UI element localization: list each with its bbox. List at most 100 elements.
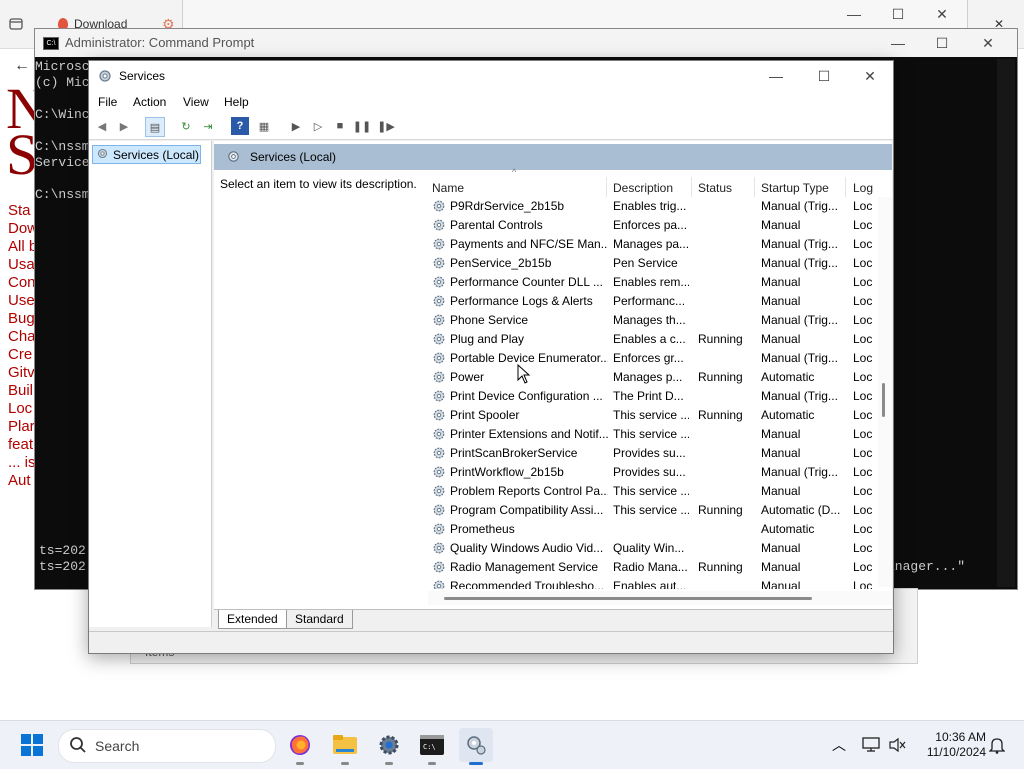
service-startup-type: Automatic: [761, 522, 815, 536]
back-icon[interactable]: ◀: [93, 117, 111, 135]
restart-icon[interactable]: ❚▶: [377, 117, 395, 135]
cmd-scrollbar[interactable]: [997, 59, 1015, 587]
maximize-icon[interactable]: ☐: [919, 29, 965, 57]
service-row[interactable]: P9RdrService_2b15b Enables trig... Manual …: [428, 197, 888, 216]
services-taskbar-icon[interactable]: [459, 728, 493, 765]
minimize-icon[interactable]: —: [753, 62, 799, 90]
chevron-up-icon[interactable]: ︿: [822, 728, 856, 762]
service-row[interactable]: Program Compatibility Assi... This servic…: [428, 501, 888, 520]
start-icon[interactable]: ▶: [287, 117, 305, 135]
properties-icon[interactable]: ▦: [255, 117, 273, 135]
service-description: Enforces pa...: [613, 218, 688, 232]
maximize-icon[interactable]: ☐: [801, 62, 847, 90]
pause-icon[interactable]: ❚❚: [353, 117, 371, 135]
service-description: This service ...: [613, 427, 689, 441]
column-header-log-on-as[interactable]: Log: [853, 181, 873, 195]
vertical-scrollbar[interactable]: [878, 197, 892, 587]
menu-help[interactable]: Help: [224, 95, 249, 109]
content-header-title: Services (Local): [250, 150, 337, 164]
service-name: Phone Service: [450, 313, 529, 327]
service-row[interactable]: PrintWorkflow_2b15b Provides su... Manual …: [428, 463, 888, 482]
service-row[interactable]: Print Spooler This service ... Running Auto…: [428, 406, 888, 425]
firefox-icon[interactable]: [283, 728, 317, 765]
settings-gear-icon[interactable]: [372, 728, 406, 765]
service-row[interactable]: PrintScanBrokerService Provides su... Manu…: [428, 444, 888, 463]
service-gear-icon: [432, 351, 446, 365]
terminal-taskbar-icon[interactable]: C:\: [415, 728, 449, 765]
close-icon[interactable]: ✕: [847, 62, 893, 90]
column-header-startup-type[interactable]: Startup Type: [761, 181, 829, 195]
service-description: Manages pa...: [613, 237, 689, 251]
show-hide-tree-icon[interactable]: ▤: [145, 117, 165, 137]
tree-node-services-local[interactable]: Services (Local): [92, 145, 201, 164]
service-gear-icon: [432, 199, 446, 213]
help-icon[interactable]: ?: [231, 117, 249, 135]
service-row[interactable]: PenService_2b15b Pen Service Manual (Trig.…: [428, 254, 888, 273]
services-window[interactable]: Services — ☐ ✕ File Action View Help ◀ ▶…: [88, 60, 894, 654]
service-status: Running: [698, 370, 743, 384]
menu-bar: File Action View Help: [89, 91, 893, 113]
minimize-icon[interactable]: —: [831, 0, 877, 28]
service-row[interactable]: Prometheus Automatic Loc: [428, 520, 888, 539]
close-icon[interactable]: ✕: [965, 29, 1011, 57]
service-row[interactable]: Payments and NFC/SE Man... Manages pa... M…: [428, 235, 888, 254]
service-row[interactable]: Print Device Configuration ... The Print …: [428, 387, 888, 406]
service-row[interactable]: Portable Device Enumerator... Enforces gr…: [428, 349, 888, 368]
service-row[interactable]: Recommended Troublesho... Enables aut... M…: [428, 577, 888, 589]
service-row[interactable]: Performance Counter DLL ... Enables rem..…: [428, 273, 888, 292]
column-header-status[interactable]: Status: [698, 181, 732, 195]
export-list-icon[interactable]: ⇥: [199, 117, 217, 135]
service-gear-icon: [432, 484, 446, 498]
service-row[interactable]: Quality Windows Audio Vid... Quality Win.…: [428, 539, 888, 558]
column-header-name[interactable]: Name: [432, 181, 464, 195]
service-name: PrintScanBrokerService: [450, 446, 578, 460]
maximize-icon[interactable]: ☐: [875, 0, 921, 28]
stop-icon[interactable]: ■: [331, 117, 349, 135]
start-paused-icon[interactable]: ▷: [309, 117, 327, 135]
view-tabs: Extended Standard: [214, 609, 892, 630]
service-row[interactable]: Problem Reports Control Pa... This servic…: [428, 482, 888, 501]
service-row[interactable]: Printer Extensions and Notif... This serv…: [428, 425, 888, 444]
service-name: Plug and Play: [450, 332, 525, 346]
content-header: Services (Local): [214, 144, 892, 170]
file-explorer-icon[interactable]: [328, 728, 362, 765]
start-windows-icon[interactable]: [15, 728, 49, 762]
refresh-icon[interactable]: ↻: [177, 117, 195, 135]
service-row[interactable]: Radio Management Service Radio Mana... Run…: [428, 558, 888, 577]
service-row[interactable]: Phone Service Manages th... Manual (Trig..…: [428, 311, 888, 330]
back-arrow-icon[interactable]: ←: [14, 54, 30, 78]
forward-icon[interactable]: ▶: [115, 117, 133, 135]
terminal-icon: C:\: [43, 37, 59, 50]
vertical-scroll-thumb[interactable]: [882, 383, 885, 417]
speaker-muted-icon[interactable]: [880, 728, 914, 762]
clock-time: 10:36 AM: [935, 730, 986, 744]
cmd-line: [35, 91, 90, 107]
service-row[interactable]: Parental Controls Enforces pa... Manual Loc: [428, 216, 888, 235]
minimize-icon[interactable]: —: [875, 29, 921, 57]
column-header-description[interactable]: Description: [613, 181, 673, 195]
service-row[interactable]: Performance Logs & Alerts Performanc... Ma…: [428, 292, 888, 311]
system-clock[interactable]: 10:36 AM 11/10/2024: [914, 730, 986, 760]
menu-file[interactable]: File: [98, 95, 117, 109]
horizontal-scrollbar[interactable]: [428, 591, 892, 605]
cmd-line: ts=202: [39, 559, 86, 574]
service-name: Problem Reports Control Pa...: [450, 484, 608, 498]
menu-action[interactable]: Action: [133, 95, 166, 109]
menu-view[interactable]: View: [183, 95, 209, 109]
taskbar-search-box[interactable]: Search: [58, 729, 276, 763]
tab-list-icon[interactable]: [8, 12, 24, 36]
service-description: This service ...: [613, 503, 689, 517]
tab-standard[interactable]: Standard: [286, 610, 353, 629]
service-name: P9RdrService_2b15b: [450, 199, 565, 213]
services-titlebar[interactable]: Services — ☐ ✕: [89, 61, 893, 91]
service-row[interactable]: Plug and Play Enables a c... Running Manual…: [428, 330, 888, 349]
horizontal-scroll-thumb[interactable]: [444, 597, 812, 600]
notification-bell-icon[interactable]: [980, 728, 1014, 762]
service-name: Recommended Troublesho...: [450, 579, 605, 589]
close-icon[interactable]: ✕: [919, 0, 965, 28]
services-gear-icon: [96, 147, 109, 163]
cmd-titlebar[interactable]: C:\ Administrator: Command Prompt — ☐ ✕: [35, 29, 1017, 57]
tab-extended[interactable]: Extended: [218, 610, 287, 629]
service-gear-icon: [432, 560, 446, 574]
service-row[interactable]: Power Manages p... Running Automatic Loc: [428, 368, 888, 387]
